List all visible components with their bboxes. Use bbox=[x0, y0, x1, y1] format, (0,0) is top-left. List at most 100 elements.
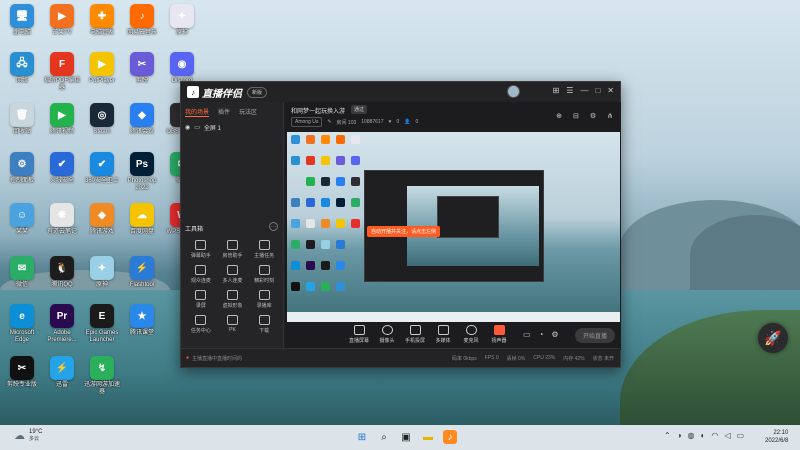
desktop-icon[interactable]: ▶ 芒果TV bbox=[42, 4, 82, 37]
preview-app-icon bbox=[306, 261, 315, 270]
app-titlebar[interactable]: ♪ 直播伴侣 新版 ⊞ ☰ — □ ✕ bbox=[181, 82, 620, 102]
toolbox-item[interactable]: 录屏 bbox=[185, 290, 217, 309]
volume-icon[interactable]: ◁ bbox=[724, 431, 730, 440]
avatar[interactable] bbox=[507, 85, 520, 98]
desktop-icon[interactable]: ✚ 电脑管家 bbox=[82, 4, 122, 37]
tray-app-icon[interactable]: ◐ bbox=[701, 431, 706, 440]
toolbox-item[interactable]: 虚拟形象 bbox=[217, 290, 249, 309]
desktop-icon[interactable]: 🐧 腾讯QQ bbox=[42, 256, 82, 289]
start-live-button[interactable]: 开始直播 bbox=[574, 328, 615, 343]
tab-plugins[interactable]: 插件 bbox=[218, 107, 230, 117]
toolbox-item[interactable]: 下载 bbox=[248, 315, 280, 334]
desktop-icon[interactable]: ☺ 某某 bbox=[2, 203, 42, 236]
desktop-icon[interactable]: ♪ 网易云音乐 bbox=[122, 4, 162, 37]
desktop-icon-label: Adobe Premiere... bbox=[47, 330, 77, 343]
game-category[interactable]: Among Us bbox=[291, 117, 323, 127]
tab-my-scenes[interactable]: 我的场景 bbox=[185, 107, 210, 117]
app-icon: ▶ bbox=[50, 103, 74, 127]
room-title[interactable]: 和网梦一起玩换入游 bbox=[291, 106, 345, 115]
edit-icon[interactable]: ✎ bbox=[327, 119, 331, 125]
desktop-icon[interactable]: ✦ 原神 bbox=[162, 4, 202, 37]
toolbox-item[interactable]: 录播库 bbox=[248, 290, 280, 309]
toolbox-item[interactable]: 精彩时刻 bbox=[248, 265, 280, 284]
wifi-icon[interactable]: ◠ bbox=[711, 431, 718, 440]
skin-icon[interactable]: ⊞ bbox=[553, 86, 560, 95]
close-button[interactable]: ✕ bbox=[607, 86, 614, 95]
record-icon[interactable]: ▭ bbox=[523, 330, 531, 339]
camera-button[interactable]: 摄像头 bbox=[373, 324, 401, 344]
desktop-icon-label: 剪映专业版 bbox=[6, 382, 37, 388]
desktop-icon[interactable]: ✔ 360安全卫士 bbox=[82, 152, 122, 185]
eye-icon[interactable]: ◉ bbox=[185, 124, 190, 131]
toolbox-item[interactable]: 观众连麦 bbox=[185, 265, 217, 284]
live-companion-taskbar-icon[interactable]: ♪ bbox=[443, 430, 457, 444]
desktop-icon[interactable]: ❋ 有道云笔记 bbox=[42, 203, 82, 236]
desktop-icon[interactable]: ◆ 腾讯游戏 bbox=[82, 203, 122, 236]
tab-gameplay[interactable]: 玩法区 bbox=[239, 107, 257, 117]
live-companion-window[interactable]: ♪ 直播伴侣 新版 ⊞ ☰ — □ ✕ 我的场景 插件 玩法区 ◉ ▭ 全屏 1… bbox=[180, 81, 621, 368]
microphone-button[interactable]: 麦克风 bbox=[457, 324, 485, 344]
toolbox-item[interactable]: 多人连麦 bbox=[217, 265, 249, 284]
weather-widget[interactable]: ☁ 19°C 多云 bbox=[14, 429, 42, 442]
toolbox-more-icon[interactable]: ··· bbox=[269, 222, 278, 231]
desktop-icon[interactable]: Pr Adobe Premiere... bbox=[42, 304, 82, 344]
version-badge[interactable]: 新版 bbox=[247, 86, 268, 98]
gear-icon[interactable]: ⚙ bbox=[551, 330, 558, 339]
desktop-icon[interactable]: E Epic Games Launcher bbox=[82, 304, 122, 344]
chevron-up-icon[interactable]: ⌃ bbox=[664, 431, 671, 440]
task-view-icon[interactable]: ▣ bbox=[399, 430, 413, 444]
toolbox-item-label: 精彩时刻 bbox=[254, 278, 275, 284]
settings-icon[interactable]: ⚙ bbox=[590, 112, 596, 120]
tray-app-icon[interactable]: ◑ bbox=[677, 431, 682, 440]
desktop-icon[interactable]: ⚡ 迅雷 bbox=[42, 356, 82, 389]
scene-item[interactable]: ◉ ▭ 全屏 1 bbox=[181, 120, 283, 135]
share-icon[interactable]: ⋔ bbox=[607, 112, 613, 120]
speaker-button[interactable]: 扬声器 bbox=[485, 324, 513, 344]
screen-capture-button[interactable]: 直播屏幕 bbox=[345, 324, 373, 344]
minimize-button[interactable]: — bbox=[580, 86, 588, 95]
desktop-icon[interactable]: 🖥 此电脑 bbox=[2, 4, 42, 37]
desktop-icon[interactable]: ✂ 剪映 bbox=[122, 52, 162, 85]
maximize-button[interactable]: □ bbox=[595, 86, 600, 95]
rocket-icon[interactable]: 🚀 bbox=[758, 323, 788, 353]
desktop-icon[interactable]: ☁ 百度网盘 bbox=[122, 203, 162, 236]
toolbox-item[interactable]: PK bbox=[217, 315, 249, 334]
desktop-icon[interactable]: ✦ 原神 bbox=[82, 256, 122, 289]
toolbox-item[interactable]: 主播任务 bbox=[248, 240, 280, 259]
desktop-icon[interactable]: 🖧 网络 bbox=[2, 52, 42, 85]
search-icon[interactable]: ⌕ bbox=[377, 430, 391, 444]
toolbox-item[interactable]: 弹幕助手 bbox=[185, 240, 217, 259]
desktop-icon[interactable]: ◆ 腾讯会议 bbox=[122, 103, 162, 136]
desktop-icon[interactable]: Ps Photoshop 2022 bbox=[122, 152, 162, 192]
toolbox-item[interactable]: 房管助手 bbox=[217, 240, 249, 259]
tray-app-icon[interactable]: ◍ bbox=[688, 431, 695, 440]
status-notice[interactable]: ● 主播直播中直播时间的 bbox=[186, 355, 242, 362]
button-label: 直播屏幕 bbox=[348, 337, 369, 344]
desktop-icon[interactable]: e Microsoft Edge bbox=[2, 304, 42, 344]
live-preview[interactable]: 自动开播并关注，请点击左侧 bbox=[287, 132, 620, 322]
layout-icon[interactable]: ⊟ bbox=[573, 112, 579, 120]
toolbox-item[interactable]: 任务中心 bbox=[185, 315, 217, 334]
tool-icon bbox=[226, 265, 238, 275]
taskbar-clock[interactable]: 22:10 2022/6/8 bbox=[765, 429, 788, 445]
file-explorer-icon[interactable]: ▬ bbox=[421, 430, 435, 444]
desktop-icon[interactable]: ⚙ 控制面板 bbox=[2, 152, 42, 185]
desktop-icon[interactable]: ↯ 迅游网游加速器 bbox=[82, 356, 122, 396]
desktop-icon[interactable]: ⚡ Flashtool bbox=[122, 256, 162, 289]
desktop-icon[interactable]: F 福昕PDF编辑器 bbox=[42, 52, 82, 92]
desktop-icon[interactable]: ▶ 腾讯视频 bbox=[42, 103, 82, 136]
desktop-icon[interactable]: ★ 腾讯课堂 bbox=[122, 304, 162, 337]
desktop-icon[interactable]: ▶ PotPlayer bbox=[82, 52, 122, 85]
gift-icon[interactable]: ⊕ bbox=[556, 112, 562, 120]
media-button[interactable]: 多媒体 bbox=[429, 324, 457, 344]
battery-icon[interactable]: ▭ bbox=[737, 431, 745, 440]
desktop-icon[interactable]: 🗑 回收站 bbox=[2, 103, 42, 136]
phone-cast-button[interactable]: 手机投屏 bbox=[401, 324, 429, 344]
windows-start-icon[interactable]: ⊞ bbox=[355, 430, 369, 444]
desktop-icon[interactable]: ✉ 微信 bbox=[2, 256, 42, 289]
desktop-icon[interactable]: ✂ 剪映专业版 bbox=[2, 356, 42, 389]
desktop-icon[interactable]: ◎ Steam bbox=[82, 103, 122, 136]
timer-icon[interactable]: ◔ bbox=[539, 330, 544, 339]
desktop-icon[interactable]: ✔ 火绒安全 bbox=[42, 152, 82, 185]
menu-icon[interactable]: ☰ bbox=[566, 86, 573, 95]
